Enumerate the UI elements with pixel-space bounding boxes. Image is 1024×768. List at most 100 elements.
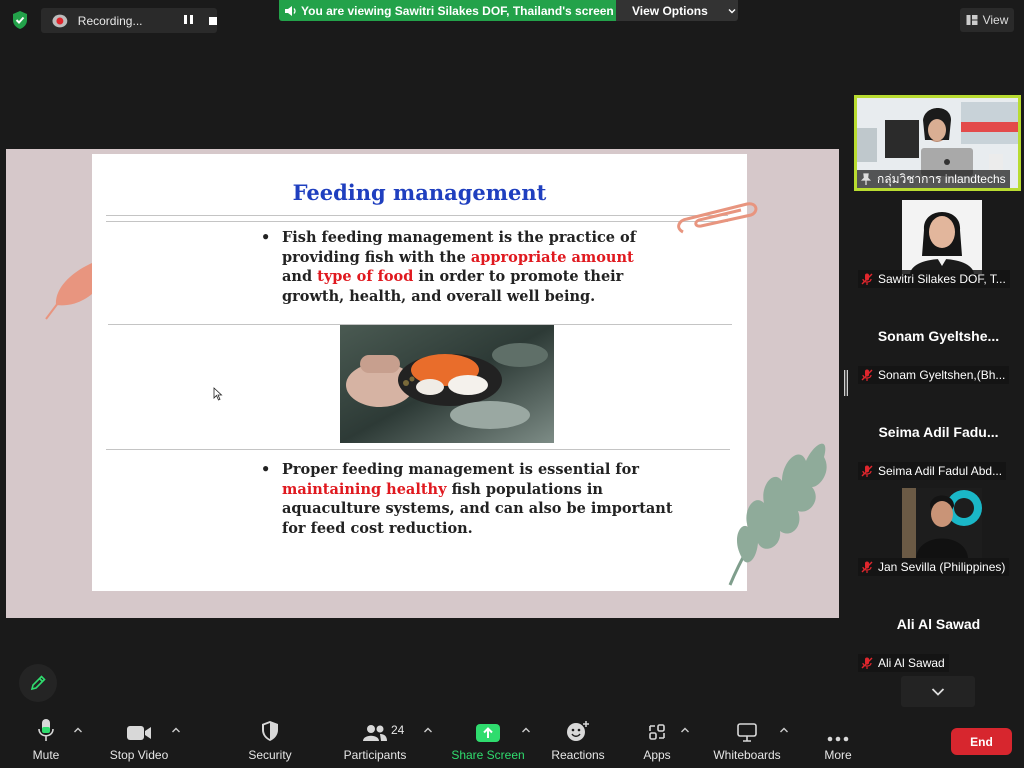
bullet1-text-and: and [282, 268, 318, 285]
bullet2-text-start: Proper feeding management is essential f… [282, 461, 639, 478]
share-screen-icon [476, 724, 500, 742]
share-options-chevron-icon[interactable] [521, 726, 531, 734]
security-label: Security [248, 748, 292, 762]
stop-recording-icon[interactable] [209, 16, 217, 25]
participant-name: Ali Al Sawad [878, 656, 945, 670]
bullet-dot: • [261, 461, 271, 478]
bullet1-highlight-food: type of food [317, 268, 414, 285]
apps-button[interactable]: Apps [637, 712, 677, 768]
chevron-down-icon [728, 8, 736, 13]
participant-tile[interactable]: Seima Adil Fadu... Seima Adil Fadul Abd.… [858, 388, 1019, 480]
apps-label: Apps [643, 748, 671, 762]
more-dots-icon [827, 736, 849, 742]
mic-muted-icon [861, 561, 873, 573]
fish-feeding-image [340, 325, 554, 443]
mute-options-chevron-icon[interactable] [73, 726, 83, 734]
paperclip-icon [677, 202, 758, 234]
share-screen-button[interactable]: Share Screen [451, 712, 525, 768]
reactions-button[interactable]: Reactions [549, 712, 607, 768]
viewing-screen-banner: You are viewing Sawitri Silakes DOF, Tha… [279, 0, 616, 21]
participant-tile[interactable]: Sawitri Silakes DOF, T... [858, 196, 1019, 288]
meeting-toolbar: Mute Stop Video Security Participants 24… [0, 712, 1024, 768]
panel-resize-handle[interactable] [844, 370, 848, 396]
participant-tile-active[interactable]: กลุ่มวิชาการ inlandtechs [854, 95, 1021, 191]
recording-icon [52, 14, 68, 27]
bullet-dot: • [261, 229, 271, 246]
apps-icon [649, 724, 665, 740]
pencil-icon [30, 675, 46, 691]
participant-video [902, 200, 982, 274]
shield-icon [262, 721, 278, 741]
mouse-cursor-icon [213, 387, 223, 401]
whiteboard-icon [737, 723, 757, 742]
participants-options-chevron-icon[interactable] [423, 726, 433, 734]
section-divider-2 [106, 449, 730, 450]
participants-count: 24 [391, 723, 405, 737]
more-button[interactable]: More [818, 712, 858, 768]
participant-tile[interactable]: Sonam Gyeltshe... Sonam Gyeltshen,(Bh... [858, 292, 1019, 384]
participant-name-bar: Sonam Gyeltshen,(Bh... [858, 366, 1010, 384]
whiteboards-button[interactable]: Whiteboards [710, 712, 784, 768]
view-button[interactable]: View [960, 8, 1014, 32]
participant-tile[interactable]: Ali Al Sawad Ali Al Sawad [858, 580, 1019, 672]
title-divider [106, 215, 728, 216]
apps-options-chevron-icon[interactable] [680, 726, 690, 734]
participant-display-name: Sonam Gyeltshe... [877, 328, 1000, 344]
participant-name-bar: Sawitri Silakes DOF, T... [858, 270, 1010, 288]
end-meeting-button[interactable]: End [951, 728, 1012, 755]
security-shield-icon[interactable] [10, 10, 30, 30]
video-camera-icon [127, 726, 151, 740]
stop-video-button[interactable]: Stop Video [104, 712, 174, 768]
stop-video-label: Stop Video [109, 748, 169, 762]
view-options-button[interactable]: View Options [616, 0, 738, 21]
pin-icon [860, 173, 872, 185]
participant-tile[interactable]: Jan Sevilla (Philippines) [858, 484, 1019, 576]
participant-name-bar: กลุ่มวิชาการ inlandtechs [857, 170, 1010, 188]
view-label: View [982, 13, 1009, 27]
grid-view-icon [966, 15, 978, 25]
more-label: More [824, 748, 852, 762]
annotate-button[interactable] [19, 664, 57, 702]
shared-screen[interactable]: Feeding management • Fish feeding managem… [6, 149, 839, 618]
bullet1-highlight-amount: appropriate amount [470, 248, 634, 266]
mic-muted-icon [861, 465, 873, 477]
mute-button[interactable]: Mute [26, 712, 66, 768]
view-options-label: View Options [632, 3, 708, 18]
mute-label: Mute [32, 748, 60, 762]
mic-muted-icon [861, 273, 873, 285]
share-screen-label: Share Screen [451, 748, 525, 762]
participant-name-bar: Ali Al Sawad [858, 654, 949, 672]
mic-muted-icon [861, 657, 873, 669]
presentation-slide: Feeding management • Fish feeding managem… [92, 154, 758, 591]
bullet-feeding-importance: • Proper feeding management is essential … [261, 460, 682, 538]
participant-display-name: Seima Adil Fadu... [878, 424, 999, 440]
chevron-down-icon [931, 687, 945, 696]
mic-muted-icon [861, 369, 873, 381]
security-button[interactable]: Security [244, 712, 296, 768]
participant-video [902, 488, 982, 558]
participant-display-name: Ali Al Sawad [896, 616, 981, 632]
participant-name-bar: Jan Sevilla (Philippines) [858, 558, 1010, 576]
viewing-screen-label: You are viewing Sawitri Silakes DOF, Tha… [301, 3, 614, 18]
participants-label: Participants [343, 748, 407, 762]
participant-name: Sonam Gyeltshen,(Bh... [878, 368, 1006, 382]
scroll-participants-down-button[interactable] [901, 676, 975, 707]
microphone-icon [38, 719, 54, 741]
oak-leaf-decoration-icon [728, 443, 827, 586]
bullet2-highlight: maintaining healthy [282, 480, 447, 498]
pause-recording-icon[interactable] [182, 14, 194, 27]
bullet-feeding-definition: • Fish feeding management is the practice… [261, 228, 662, 306]
participant-name: Sawitri Silakes DOF, T... [878, 272, 1006, 286]
participants-button[interactable]: Participants [340, 712, 410, 768]
whiteboards-options-chevron-icon[interactable] [779, 726, 789, 734]
recording-label: Recording... [77, 13, 143, 28]
participant-name: Jan Sevilla (Philippines) [878, 560, 1006, 574]
reactions-label: Reactions [551, 748, 605, 762]
speaker-icon [285, 5, 296, 16]
participants-icon [363, 725, 387, 741]
participant-name: กลุ่มวิชาการ inlandtechs [877, 171, 1006, 186]
recording-indicator: Recording... [41, 8, 217, 33]
participant-name: Seima Adil Fadul Abd... [878, 464, 1003, 478]
slide-title: Feeding management [292, 180, 547, 205]
video-options-chevron-icon[interactable] [171, 726, 181, 734]
